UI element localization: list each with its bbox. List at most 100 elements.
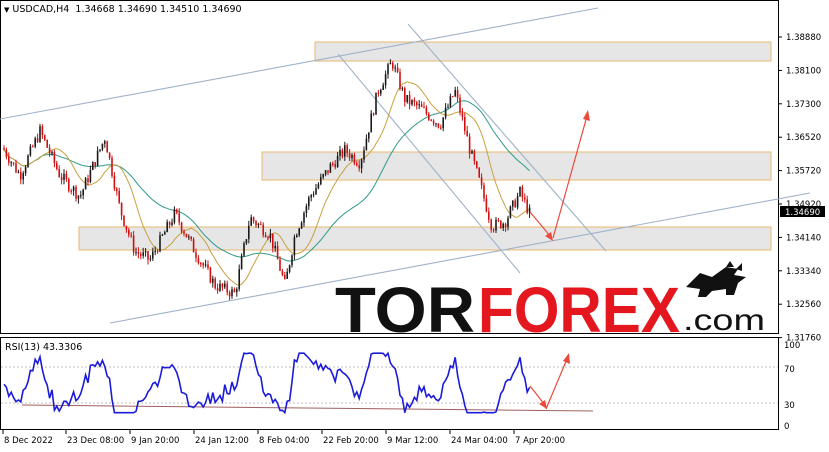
candle-body	[336, 155, 339, 168]
candle-body	[509, 206, 512, 218]
candle-body	[12, 162, 15, 164]
candle-body	[36, 138, 39, 142]
time-tick-label: 22 Feb 20:00	[323, 436, 379, 446]
candle-body	[286, 271, 288, 279]
rsi-indicator-label: RSI(13) 43.3306	[5, 342, 83, 353]
time-tick-label: 9 Jan 20:00	[131, 436, 179, 446]
candle-body	[99, 149, 101, 151]
trading-chart[interactable]: TOR FOREX .com 1.34690 1.388801.381001.3…	[0, 0, 829, 452]
price-tick-label: 1.36520	[786, 133, 821, 143]
candle-body	[471, 150, 473, 154]
time-tick-label: 8 Feb 04:00	[259, 436, 309, 446]
candle-body	[70, 190, 72, 192]
candle-body	[132, 235, 135, 253]
candle-body	[159, 235, 161, 252]
candle-body	[425, 107, 428, 114]
watermark-com: .com	[683, 304, 765, 337]
candle-body	[360, 159, 363, 169]
collapse-triangle-icon[interactable]: ▼	[4, 6, 9, 14]
candle-body	[75, 186, 77, 199]
candle-body	[423, 106, 425, 108]
candle-body	[15, 163, 17, 173]
watermark-forex: FOREX	[478, 274, 680, 346]
candle-body	[111, 157, 113, 176]
candle-body	[377, 92, 380, 94]
candle-body	[195, 252, 197, 258]
candle-body	[29, 146, 32, 156]
candle-body	[161, 234, 164, 236]
candle-body	[384, 74, 387, 86]
candle-body	[118, 190, 120, 203]
candle-body	[473, 150, 476, 162]
rsi-axis-label: 30	[784, 401, 795, 411]
candle-body	[226, 283, 228, 293]
candle-body	[408, 95, 411, 105]
candle-body	[380, 89, 382, 94]
candle-body	[82, 189, 84, 196]
candle-body	[178, 212, 180, 223]
candle-body	[293, 237, 296, 256]
candle-body	[190, 236, 192, 240]
candle-body	[116, 188, 118, 191]
candle-body	[365, 138, 368, 151]
price-axis: 1.38880 1.38100 1.37300 1.36520 1.35720 1.349…	[778, 33, 821, 344]
time-tick-label: 23 Dec 08:00	[67, 436, 124, 446]
candle-body	[298, 228, 300, 236]
candle-body	[77, 195, 80, 199]
candle-body	[358, 165, 360, 169]
rsi-axis-label: 0	[784, 422, 789, 432]
candle-body	[92, 162, 94, 170]
symbol-label: USDCAD,H4	[12, 4, 70, 15]
candle-body	[500, 220, 502, 229]
candle-body	[144, 251, 147, 253]
chart-header: ▼ USDCAD,H4 1.34668 1.34690 1.34510 1.346…	[4, 4, 242, 15]
candle-body	[166, 222, 168, 233]
resistance-zone-top	[314, 41, 772, 62]
candle-body	[387, 64, 389, 75]
candle-body	[80, 195, 82, 197]
candle-body	[84, 178, 87, 190]
candle-body	[526, 199, 528, 213]
price-tick-label: 1.34140	[786, 233, 821, 243]
candle-body	[123, 215, 125, 226]
candle-body	[216, 288, 219, 291]
candle-body	[459, 97, 461, 113]
candle-body	[39, 126, 41, 142]
candle-body	[257, 223, 260, 226]
candle-body	[516, 196, 519, 208]
candle-body	[27, 155, 29, 168]
candle-body	[65, 173, 68, 180]
candle-body	[224, 283, 226, 288]
candle-body	[300, 222, 303, 229]
candle-body	[404, 88, 406, 103]
candle-body	[346, 145, 348, 154]
candle-body	[32, 146, 34, 148]
candle-body	[351, 154, 353, 159]
candle-body	[125, 225, 128, 230]
candle-body	[209, 267, 212, 283]
candle-body	[341, 149, 344, 157]
candle-body	[200, 263, 202, 265]
candle-body	[420, 104, 423, 107]
candle-body	[317, 184, 320, 189]
candle-body	[154, 250, 156, 252]
candle-body	[375, 92, 377, 115]
candle-body	[135, 252, 137, 254]
candle-body	[468, 136, 471, 154]
candle-body	[183, 231, 185, 234]
candle-body	[449, 96, 452, 107]
candle-body	[130, 234, 132, 236]
candle-body	[252, 217, 255, 222]
candle-body	[274, 245, 276, 249]
candle-body	[5, 149, 8, 157]
candle-body	[173, 209, 176, 223]
candle-body	[281, 270, 284, 275]
time-tick-label: 8 Dec 2022	[4, 436, 53, 446]
candle-body	[94, 162, 96, 166]
candle-body	[392, 62, 394, 69]
candle-body	[442, 117, 444, 129]
candle-body	[432, 120, 435, 124]
candle-body	[3, 148, 5, 150]
time-tick-label: 9 Mar 12:00	[387, 436, 438, 446]
candle-body	[312, 194, 315, 196]
